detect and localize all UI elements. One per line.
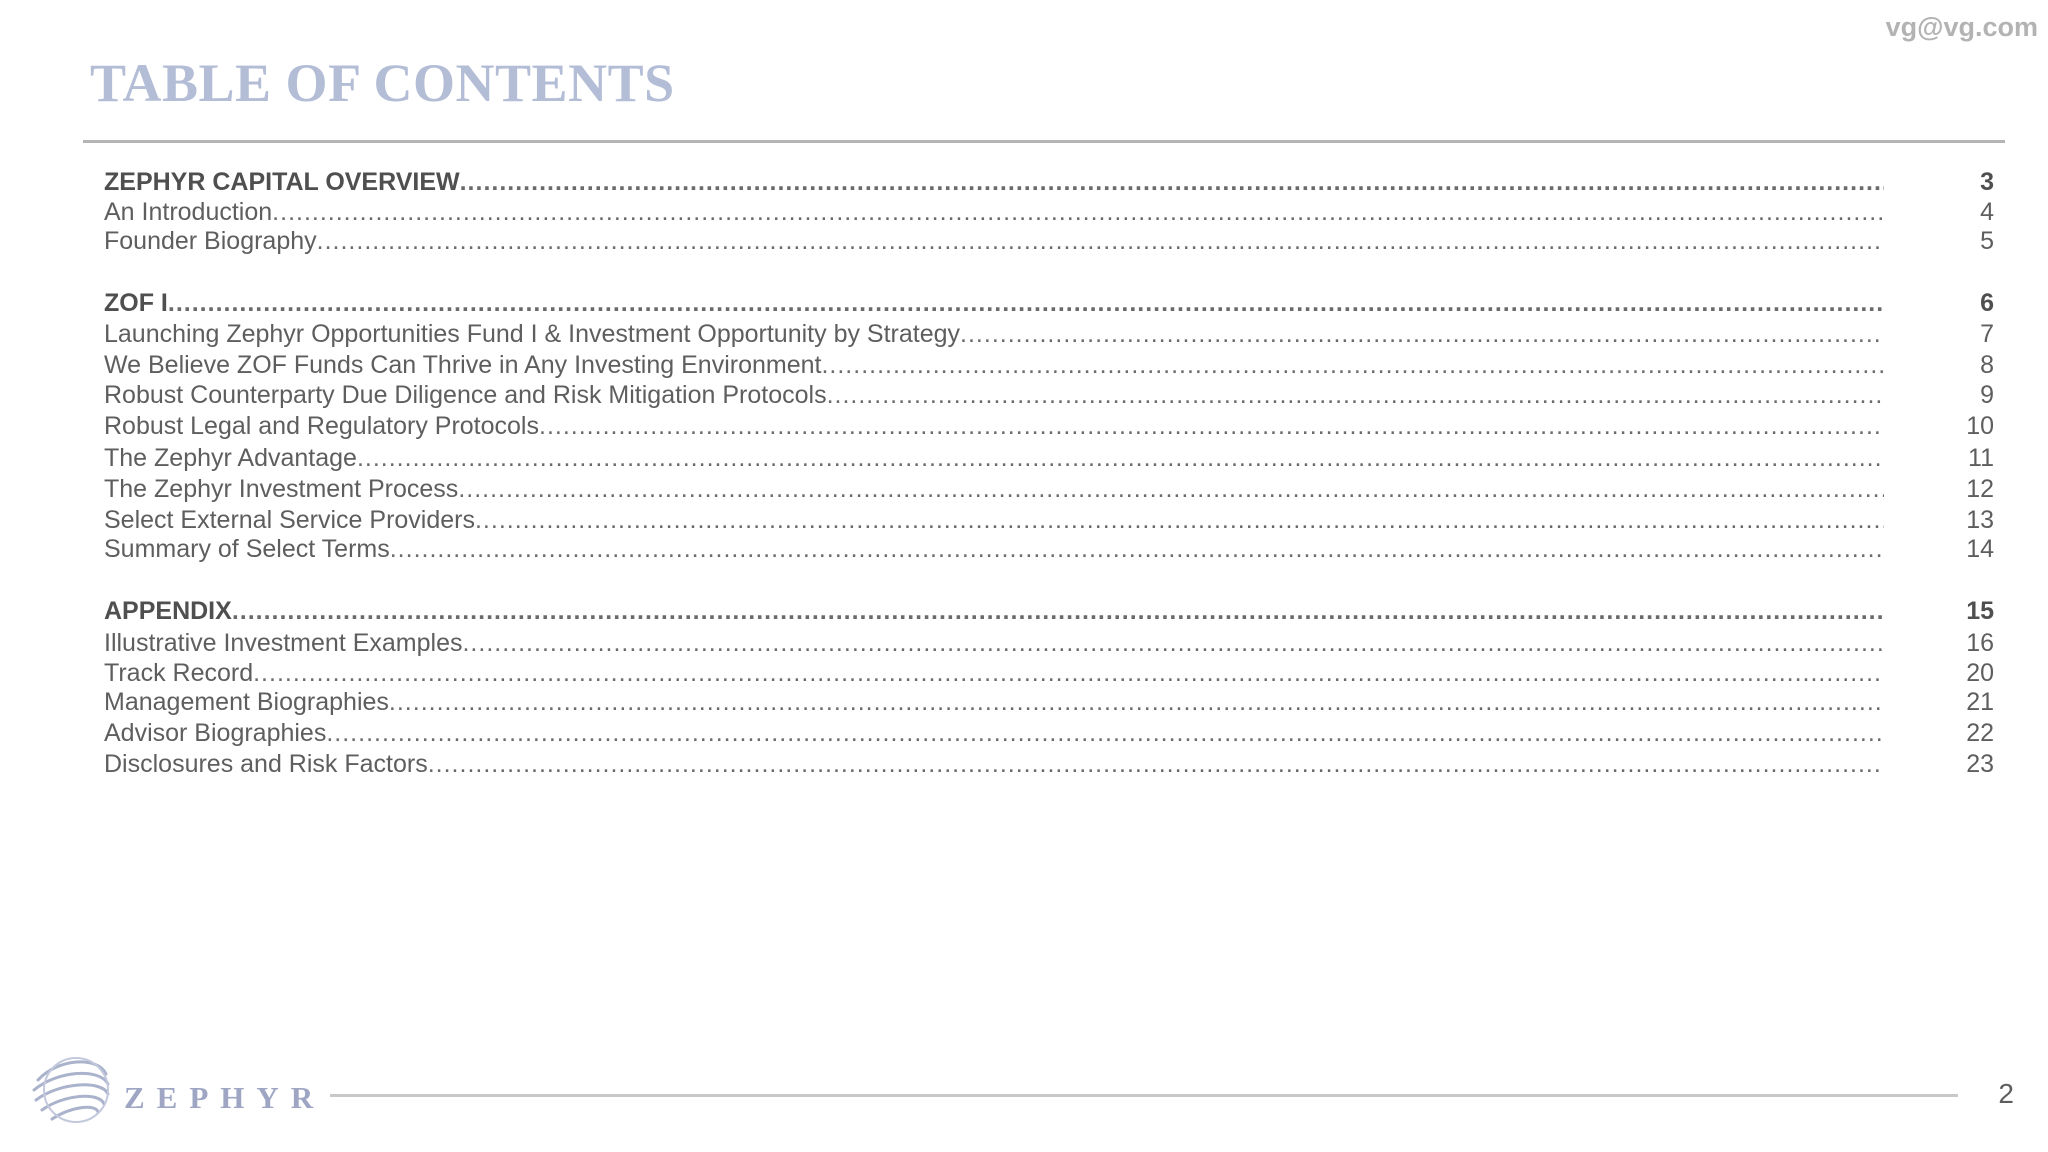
toc-entry-appendix[interactable]: APPENDIX 15 — [104, 594, 1994, 628]
page-number: 2 — [1998, 1078, 2014, 1109]
toc-leader-dots — [462, 626, 1884, 660]
toc-entry-page: 21 — [1966, 688, 1994, 716]
toc-leader-dots — [428, 747, 1884, 781]
title-divider — [83, 140, 2005, 143]
toc-leader-dots — [960, 317, 1884, 351]
toc-leader-dots — [458, 472, 1884, 506]
toc-entry-page: 9 — [1980, 381, 1994, 409]
toc-leader-dots — [317, 224, 1884, 258]
toc-entry-page: 3 — [1980, 168, 1994, 196]
toc-entry-page: 12 — [1966, 475, 1994, 503]
footer-divider — [330, 1094, 1958, 1097]
toc-entry-founder-biography[interactable]: Founder Biography 5 — [104, 224, 1994, 258]
toc-entry-management-biographies[interactable]: Management Biographies 21 — [104, 685, 1994, 719]
toc-entry-label: ZEPHYR CAPITAL OVERVIEW — [104, 168, 460, 196]
toc-entry-label: Founder Biography — [104, 227, 317, 255]
slide-page: vg@vg.com TABLE OF CONTENTS ZEPHYR CAPIT… — [0, 0, 2048, 1152]
toc-entry-summary-terms[interactable]: Summary of Select Terms 14 — [104, 532, 1994, 566]
toc-leader-dots — [390, 532, 1884, 566]
toc-leader-dots — [389, 685, 1884, 719]
toc-entry-label: APPENDIX — [104, 597, 232, 625]
toc-entry-page: 23 — [1966, 750, 1994, 778]
toc-entry-label: Robust Legal and Regulatory Protocols — [104, 412, 539, 440]
toc-entry-page: 11 — [1968, 444, 1994, 472]
toc-entry-page: 14 — [1966, 535, 1994, 563]
toc-entry-label: ZOF I — [104, 289, 168, 317]
toc-entry-zephyr-advantage[interactable]: The Zephyr Advantage 11 — [104, 441, 1994, 475]
toc-entry-launching-zof[interactable]: Launching Zephyr Opportunities Fund I & … — [104, 317, 1994, 351]
toc-entry-label: Launching Zephyr Opportunities Fund I & … — [104, 320, 961, 348]
toc-entry-label: We Believe ZOF Funds Can Thrive in Any I… — [104, 351, 822, 379]
toc-entry-page: 15 — [1966, 597, 1994, 625]
toc-leader-dots — [357, 441, 1884, 475]
toc-entry-disclosures[interactable]: Disclosures and Risk Factors 23 — [104, 747, 1994, 781]
toc-leader-dots — [232, 594, 1884, 628]
toc-entry-advisor-biographies[interactable]: Advisor Biographies 22 — [104, 716, 1994, 750]
toc-entry-page: 16 — [1966, 629, 1994, 657]
toc-entry-page: 6 — [1980, 289, 1994, 317]
page-title: TABLE OF CONTENTS — [90, 53, 675, 113]
toc-entry-label: Summary of Select Terms — [104, 535, 390, 563]
toc-entry-label: Illustrative Investment Examples — [104, 629, 463, 657]
toc-entry-counterparty-due-diligence[interactable]: Robust Counterparty Due Diligence and Ri… — [104, 378, 1994, 412]
toc-entry-page: 8 — [1980, 351, 1994, 379]
toc-leader-dots — [827, 378, 1884, 412]
toc-entry-legal-regulatory[interactable]: Robust Legal and Regulatory Protocols 10 — [104, 409, 1994, 443]
toc-entry-label: Management Biographies — [104, 688, 389, 716]
toc-entry-page: 22 — [1966, 719, 1994, 747]
toc-entry-label: The Zephyr Advantage — [104, 444, 357, 472]
toc-leader-dots — [168, 286, 1884, 320]
toc-leader-dots — [821, 348, 1884, 382]
toc-entry-page: 10 — [1966, 412, 1994, 440]
toc-entry-label: The Zephyr Investment Process — [104, 475, 459, 503]
wind-swirl-icon — [32, 1057, 110, 1123]
toc-entry-investment-examples[interactable]: Illustrative Investment Examples 16 — [104, 626, 1994, 660]
toc-entry-zof-i[interactable]: ZOF I 6 — [104, 286, 1994, 320]
toc-entry-page: 5 — [1980, 227, 1994, 255]
toc-entry-zephyr-capital-overview[interactable]: ZEPHYR CAPITAL OVERVIEW 3 — [104, 165, 1994, 199]
toc-leader-dots — [539, 409, 1884, 443]
toc-entry-page: 7 — [1980, 320, 1994, 348]
toc-entry-label: Disclosures and Risk Factors — [104, 750, 428, 778]
brand-wordmark: ZEPHYR — [124, 1080, 326, 1115]
toc-leader-dots — [460, 165, 1884, 199]
toc-entry-investment-process[interactable]: The Zephyr Investment Process 12 — [104, 472, 1994, 506]
toc-entry-label: Advisor Biographies — [104, 719, 327, 747]
toc-entry-label: Robust Counterparty Due Diligence and Ri… — [104, 381, 827, 409]
toc-leader-dots — [326, 716, 1884, 750]
toc-entry-zof-thrive[interactable]: We Believe ZOF Funds Can Thrive in Any I… — [104, 348, 1994, 382]
contact-email[interactable]: vg@vg.com — [1886, 12, 2038, 43]
